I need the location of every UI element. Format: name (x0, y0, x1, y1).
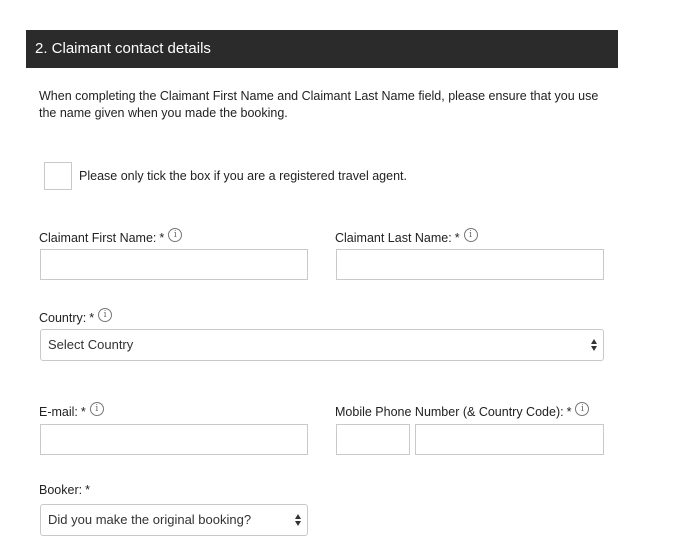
email-label: E-mail: * i (39, 402, 104, 419)
travel-agent-label: Please only tick the box if you are a re… (79, 169, 407, 183)
info-icon[interactable]: i (575, 402, 590, 416)
info-icon[interactable]: i (89, 402, 104, 416)
required-marker: * (159, 231, 165, 245)
last-name-input[interactable] (336, 249, 604, 280)
country-code-input[interactable] (336, 424, 410, 455)
info-icon[interactable]: i (463, 228, 478, 242)
first-name-input[interactable] (40, 249, 308, 280)
section-header: 2. Claimant contact details (26, 30, 618, 68)
email-input[interactable] (40, 424, 308, 455)
required-marker: * (85, 483, 90, 497)
last-name-label: Claimant Last Name: * i (335, 228, 478, 245)
first-name-label: Claimant First Name: * i (39, 228, 183, 245)
booker-select-value: Did you make the original booking? (48, 512, 252, 527)
intro-text: When completing the Claimant First Name … (39, 89, 599, 120)
country-select[interactable]: Select Country (40, 329, 604, 361)
country-select-value: Select Country (48, 337, 134, 352)
select-arrows-icon (295, 513, 301, 527)
mobile-label: Mobile Phone Number (& Country Code): * i (335, 402, 590, 419)
required-marker: * (454, 231, 460, 245)
info-icon[interactable]: i (168, 228, 183, 242)
mobile-number-input[interactable] (415, 424, 604, 455)
required-marker: * (566, 405, 572, 419)
required-marker: * (89, 311, 95, 325)
country-label: Country: * i (39, 308, 113, 325)
travel-agent-checkbox[interactable] (44, 162, 72, 190)
required-marker: * (80, 405, 86, 419)
section-title: 2. Claimant contact details (35, 40, 211, 57)
info-icon[interactable]: i (98, 308, 113, 322)
booker-select[interactable]: Did you make the original booking? (40, 504, 308, 536)
select-arrows-icon (591, 338, 597, 352)
booker-label: Booker: * (39, 483, 90, 497)
